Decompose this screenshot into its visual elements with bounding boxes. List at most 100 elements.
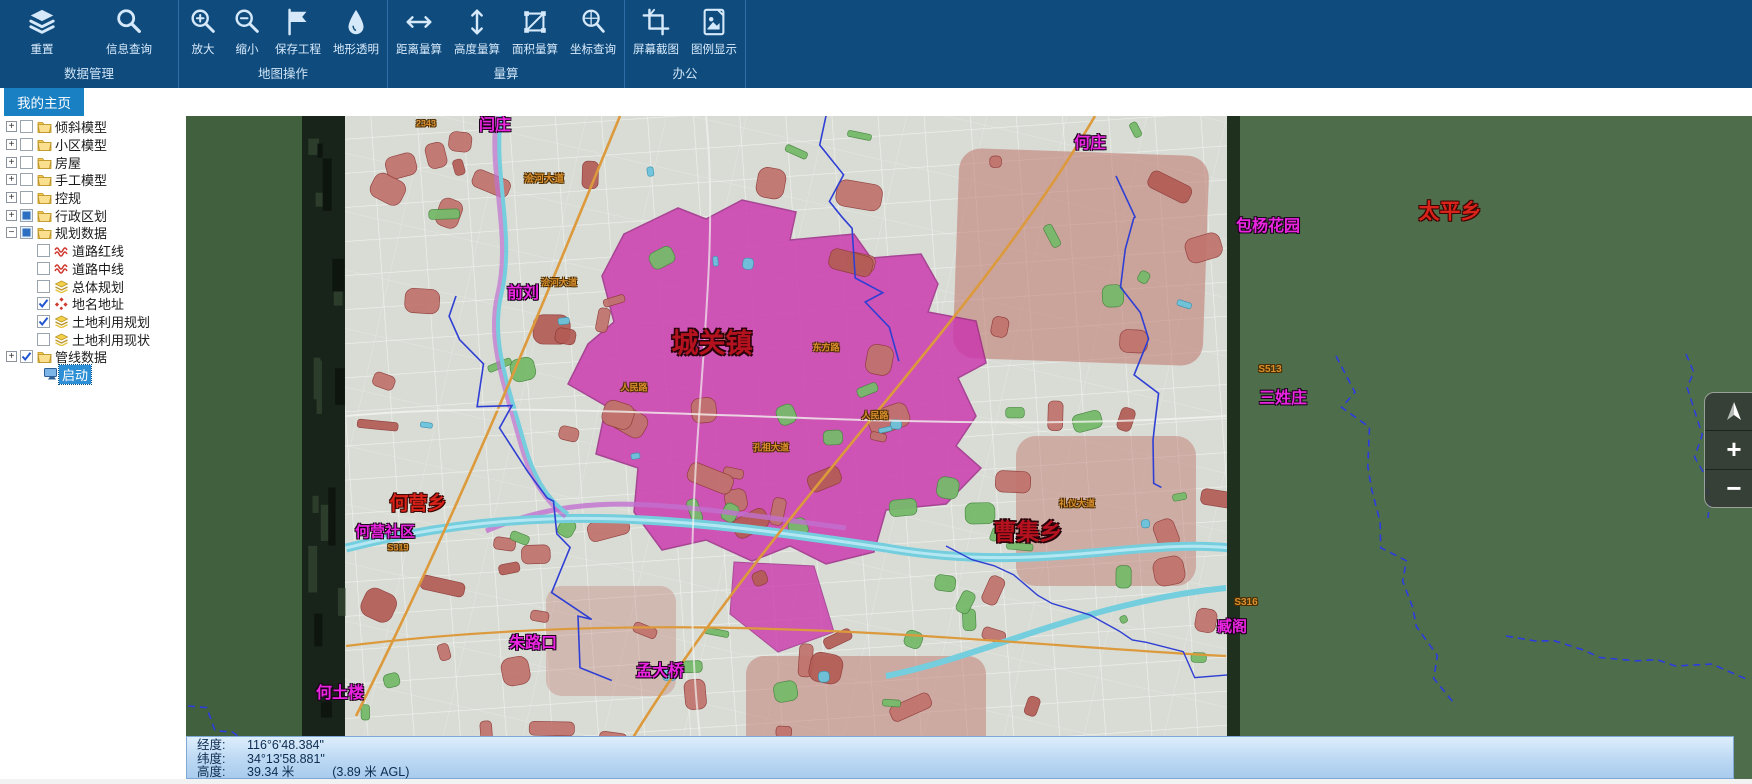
layer-checkbox[interactable] bbox=[20, 209, 33, 222]
layer-checkbox[interactable] bbox=[37, 315, 50, 328]
toolbar-button-label: 放大 bbox=[192, 41, 215, 57]
toolbar-button-label: 屏幕截图 bbox=[633, 41, 679, 57]
map-viewport[interactable]: 闫庄2343浍河大道何庄太平乡包杨花园前刘浍河大道城关镇S513三姓庄人民路人民… bbox=[186, 116, 1752, 784]
toolbar-button-height-arrow[interactable]: 高度量算 bbox=[448, 0, 506, 61]
toolbar-button-label: 信息查询 bbox=[106, 41, 152, 57]
layer-checkbox[interactable] bbox=[20, 173, 33, 186]
tree-item-8[interactable]: 道路红线 bbox=[0, 242, 186, 260]
layer-checkbox[interactable] bbox=[37, 333, 50, 346]
expander-icon[interactable]: + bbox=[6, 192, 17, 203]
tree-item-2[interactable]: + 小区模型 bbox=[0, 136, 186, 154]
zoom-out-icon bbox=[231, 6, 263, 38]
tree-item-label[interactable]: 土地利用现状 bbox=[69, 330, 153, 349]
tree-item-label[interactable]: 总体规划 bbox=[69, 277, 127, 296]
tree-item-label[interactable]: 控规 bbox=[52, 188, 84, 207]
toolbar-button-label: 缩小 bbox=[236, 41, 259, 57]
layer-tree-sidebar: + 倾斜模型 + 小区模型 + 房屋 + 手工模型 + 控规 + 行政区划 − 规划数据道路红线道路中线总… bbox=[0, 116, 186, 784]
tab-bar: 我的主页 bbox=[0, 88, 1752, 116]
altitude-value: 39.34 米 bbox=[247, 766, 294, 780]
legend-image-icon bbox=[698, 6, 730, 38]
layer-checkbox[interactable] bbox=[20, 191, 33, 204]
layer-checkbox[interactable] bbox=[20, 226, 33, 239]
toolbar-button-area-polygon[interactable]: 面积量算 bbox=[506, 0, 564, 61]
tree-item-7[interactable]: − 规划数据 bbox=[0, 224, 186, 242]
search-icon bbox=[113, 6, 145, 38]
toolbar-button-coordinate-search[interactable]: 坐标查询 bbox=[564, 0, 622, 61]
toolbar-group-3: 距离量算高度量算面积量算坐标查询量算 bbox=[388, 0, 625, 88]
tree-item-label[interactable]: 房屋 bbox=[52, 153, 84, 172]
layer-checkbox[interactable] bbox=[20, 156, 33, 169]
toolbar-group-1: 重置信息查询数据管理 bbox=[0, 0, 179, 88]
tree-item-15[interactable]: 启动 bbox=[0, 366, 186, 384]
tree-item-label[interactable]: 管线数据 bbox=[52, 347, 110, 366]
compass-button[interactable] bbox=[1705, 393, 1752, 431]
layers-icon bbox=[53, 279, 69, 293]
toolbar-button-search[interactable]: 信息查询 bbox=[82, 0, 176, 61]
tree-item-10[interactable]: 总体规划 bbox=[0, 277, 186, 295]
coordinate-search-icon bbox=[577, 6, 609, 38]
road-icon bbox=[53, 261, 69, 275]
expander-icon[interactable]: − bbox=[6, 227, 17, 238]
tree-item-5[interactable]: + 控规 bbox=[0, 189, 186, 207]
expander-icon[interactable]: + bbox=[6, 157, 17, 168]
tree-item-label[interactable]: 土地利用规划 bbox=[69, 312, 153, 331]
toolbar-button-legend-image[interactable]: 图例显示 bbox=[685, 0, 743, 61]
layer-checkbox[interactable] bbox=[20, 350, 33, 363]
tree-item-3[interactable]: + 房屋 bbox=[0, 153, 186, 171]
tree-item-label[interactable]: 倾斜模型 bbox=[52, 117, 110, 136]
tree-item-1[interactable]: + 倾斜模型 bbox=[0, 118, 186, 136]
zoom-out-button[interactable]: − bbox=[1705, 470, 1752, 507]
status-altitude: 高度: 39.34 米 (3.89 米 AGL) bbox=[197, 766, 1733, 780]
tree-item-4[interactable]: + 手工模型 bbox=[0, 171, 186, 189]
toolbar-group-2: 放大 缩小保存工程地形透明地图操作 bbox=[179, 0, 388, 88]
tree-item-11[interactable]: 地名地址 bbox=[0, 295, 186, 313]
tree-item-label[interactable]: 行政区划 bbox=[52, 206, 110, 225]
tree-item-label[interactable]: 启动 bbox=[59, 365, 91, 384]
layer-checkbox[interactable] bbox=[37, 297, 50, 310]
latitude-label: 纬度: bbox=[197, 753, 239, 767]
toolbar-button-droplet[interactable]: 地形透明 bbox=[327, 0, 385, 61]
tree-item-12[interactable]: 土地利用规划 bbox=[0, 313, 186, 331]
toolbar-button-distance-arrow[interactable]: 距离量算 bbox=[390, 0, 448, 61]
tree-item-13[interactable]: 土地利用现状 bbox=[0, 330, 186, 348]
toolbar-group-label: 地图操作 bbox=[181, 61, 385, 88]
layer-checkbox[interactable] bbox=[20, 120, 33, 133]
tree-item-label[interactable]: 地名地址 bbox=[69, 294, 127, 313]
toolbar-button-zoom-out[interactable]: 缩小 bbox=[225, 0, 269, 61]
layer-checkbox[interactable] bbox=[37, 280, 50, 293]
expander-icon[interactable]: + bbox=[6, 210, 17, 221]
expander-icon[interactable]: + bbox=[6, 174, 17, 185]
expander-icon[interactable]: + bbox=[6, 121, 17, 132]
folder-icon bbox=[36, 226, 52, 240]
altitude-label: 高度: bbox=[197, 766, 239, 780]
toolbar-button-label: 保存工程 bbox=[275, 41, 321, 57]
expander-icon[interactable]: + bbox=[6, 139, 17, 150]
toolbar-group-label: 办公 bbox=[627, 61, 743, 88]
tree-item-14[interactable]: + 管线数据 bbox=[0, 348, 186, 366]
tree-item-label[interactable]: 规划数据 bbox=[52, 223, 110, 242]
tree-item-label[interactable]: 道路中线 bbox=[69, 259, 127, 278]
longitude-label: 经度: bbox=[197, 739, 239, 753]
monitor-icon bbox=[43, 367, 59, 381]
expander-icon[interactable]: + bbox=[6, 351, 17, 362]
tree-item-label[interactable]: 手工模型 bbox=[52, 170, 110, 189]
tree-item-label[interactable]: 小区模型 bbox=[52, 135, 110, 154]
toolbar-button-zoom-in[interactable]: 放大 bbox=[181, 0, 225, 61]
layer-checkbox[interactable] bbox=[20, 138, 33, 151]
toolbar-group-label: 量算 bbox=[390, 61, 622, 88]
toolbar-button-layers[interactable]: 重置 bbox=[2, 0, 82, 61]
tree-item-label[interactable]: 道路红线 bbox=[69, 241, 127, 260]
tree-item-6[interactable]: + 行政区划 bbox=[0, 206, 186, 224]
latitude-value: 34°13'58.881" bbox=[247, 753, 325, 767]
toolbar-button-flag[interactable]: 保存工程 bbox=[269, 0, 327, 61]
toolbar-button-crop[interactable]: 屏幕截图 bbox=[627, 0, 685, 61]
tab-my-homepage[interactable]: 我的主页 bbox=[4, 88, 84, 116]
zoom-in-button[interactable]: + bbox=[1705, 431, 1752, 469]
droplet-icon bbox=[340, 6, 372, 38]
longitude-value: 116°6'48.384" bbox=[247, 739, 324, 753]
layers-icon bbox=[53, 332, 69, 346]
layer-checkbox[interactable] bbox=[37, 244, 50, 257]
distance-arrow-icon bbox=[403, 6, 435, 38]
tree-item-9[interactable]: 道路中线 bbox=[0, 260, 186, 278]
layer-checkbox[interactable] bbox=[37, 262, 50, 275]
